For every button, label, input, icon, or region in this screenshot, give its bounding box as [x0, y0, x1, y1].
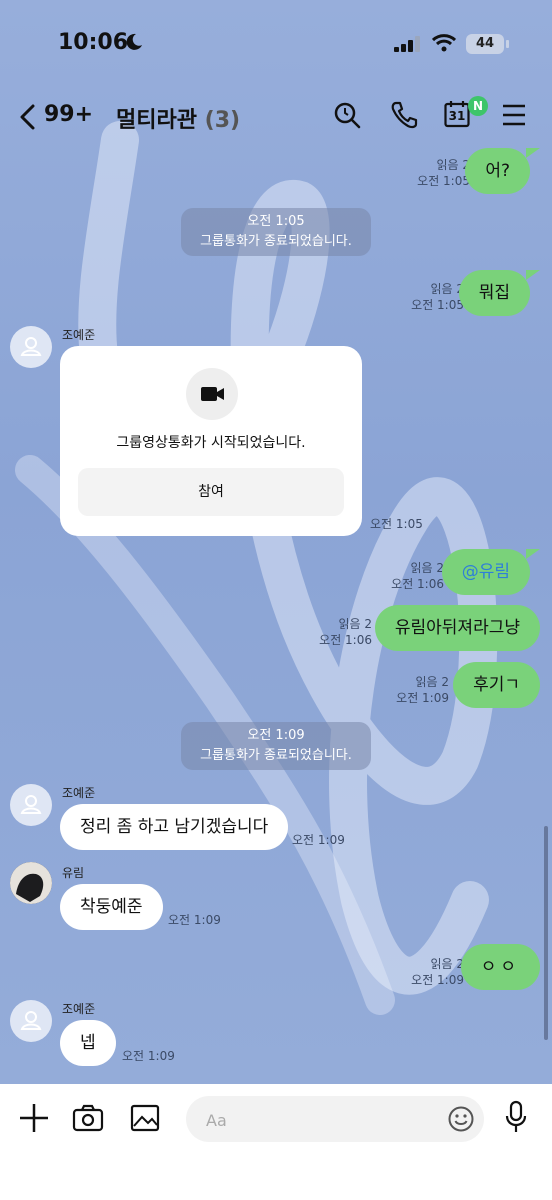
sender-name: 유림: [62, 866, 85, 880]
message-time: 오전 1:09: [122, 1049, 175, 1063]
input-bar: [0, 1084, 552, 1200]
back-arrow-icon[interactable]: [18, 104, 36, 130]
my-message-bubble[interactable]: 어?: [465, 148, 530, 194]
read-receipt: 읽음 2 오전 1:05: [411, 282, 464, 312]
message-time: 오전 1:05: [370, 517, 423, 531]
status-bar: 10:06 44: [0, 0, 552, 80]
read-receipt: 읽음 2 오전 1:09: [411, 957, 464, 987]
profile-photo: [10, 862, 52, 904]
my-message-bubble[interactable]: 후기ㄱ: [453, 662, 540, 708]
message-input-container[interactable]: [186, 1096, 484, 1144]
phone-icon[interactable]: [390, 100, 418, 130]
message-time: 오전 1:09: [168, 913, 221, 927]
bubble-tail: [526, 270, 540, 280]
battery-tip: [506, 40, 509, 48]
read-receipt: 읽음 2 오전 1:06: [319, 617, 372, 647]
my-message-bubble[interactable]: 유림아뒤져라그냥: [374, 605, 540, 651]
read-receipt: 읽음 2 오전 1:05: [417, 158, 470, 188]
scrollbar[interactable]: [544, 826, 548, 1040]
call-started-text: 그룹영상통화가 시작되었습니다.: [116, 435, 306, 451]
avatar[interactable]: [10, 326, 52, 368]
friend-message-bubble[interactable]: 정리 좀 하고 남기겠습니다: [60, 804, 289, 850]
calendar-icon[interactable]: 31: [444, 100, 470, 128]
menu-icon[interactable]: [502, 104, 526, 126]
signal-icon: [394, 36, 420, 52]
mention-bubble[interactable]: @유림: [441, 549, 530, 595]
unread-count[interactable]: 99+: [44, 102, 93, 127]
new-badge: N: [468, 96, 488, 116]
search-icon[interactable]: [332, 100, 362, 130]
default-avatar-icon: [20, 337, 42, 356]
system-notice: 오전 1:05 그룹통화가 종료되었습니다.: [181, 208, 371, 256]
avatar-photo[interactable]: [10, 862, 52, 904]
message-input[interactable]: [204, 1096, 438, 1144]
avatar[interactable]: [10, 784, 52, 826]
chat-header: 99+ 멀티라관 (3) 31: [0, 90, 552, 144]
default-avatar-icon: [20, 1011, 42, 1030]
bubble-tail: [526, 148, 540, 158]
plus-icon[interactable]: [18, 1102, 50, 1134]
bubble-tail: [526, 549, 540, 559]
system-notice: 오전 1:09 그룹통화가 종료되었습니다.: [181, 722, 371, 770]
chat-title-text: 멀티라관: [116, 108, 197, 133]
wifi-icon: [432, 34, 456, 52]
default-avatar-icon: [20, 795, 42, 814]
sender-name: 조예준: [62, 786, 96, 800]
member-count: (3): [204, 108, 241, 133]
sender-name: 조예준: [62, 1002, 96, 1016]
microphone-icon[interactable]: [504, 1100, 528, 1134]
avatar[interactable]: [10, 1000, 52, 1042]
friend-message-bubble[interactable]: 넵: [60, 1020, 116, 1066]
join-call-button[interactable]: 참여: [78, 468, 344, 516]
video-call-card: 그룹영상통화가 시작되었습니다. 참여: [60, 346, 362, 536]
my-message-bubble[interactable]: ㅇㅇ: [460, 944, 540, 990]
calendar-day: 31: [448, 109, 466, 123]
status-time: 10:06: [58, 30, 129, 55]
friend-message-bubble[interactable]: 착둥예준: [60, 884, 163, 930]
read-receipt: 읽음 2 오전 1:09: [396, 675, 449, 705]
battery-icon: 44: [466, 34, 504, 54]
emoji-icon[interactable]: [448, 1106, 474, 1132]
chat-title[interactable]: 멀티라관 (3): [116, 102, 240, 134]
read-receipt: 읽음 2 오전 1:06: [391, 561, 444, 591]
camera-icon[interactable]: [72, 1104, 104, 1132]
my-message-bubble[interactable]: 뭐집: [458, 270, 530, 316]
message-time: 오전 1:09: [292, 833, 345, 847]
sender-name: 조예준: [62, 328, 96, 342]
moon-icon: [126, 33, 142, 50]
gallery-icon[interactable]: [130, 1104, 160, 1132]
video-camera-icon: [186, 368, 238, 420]
